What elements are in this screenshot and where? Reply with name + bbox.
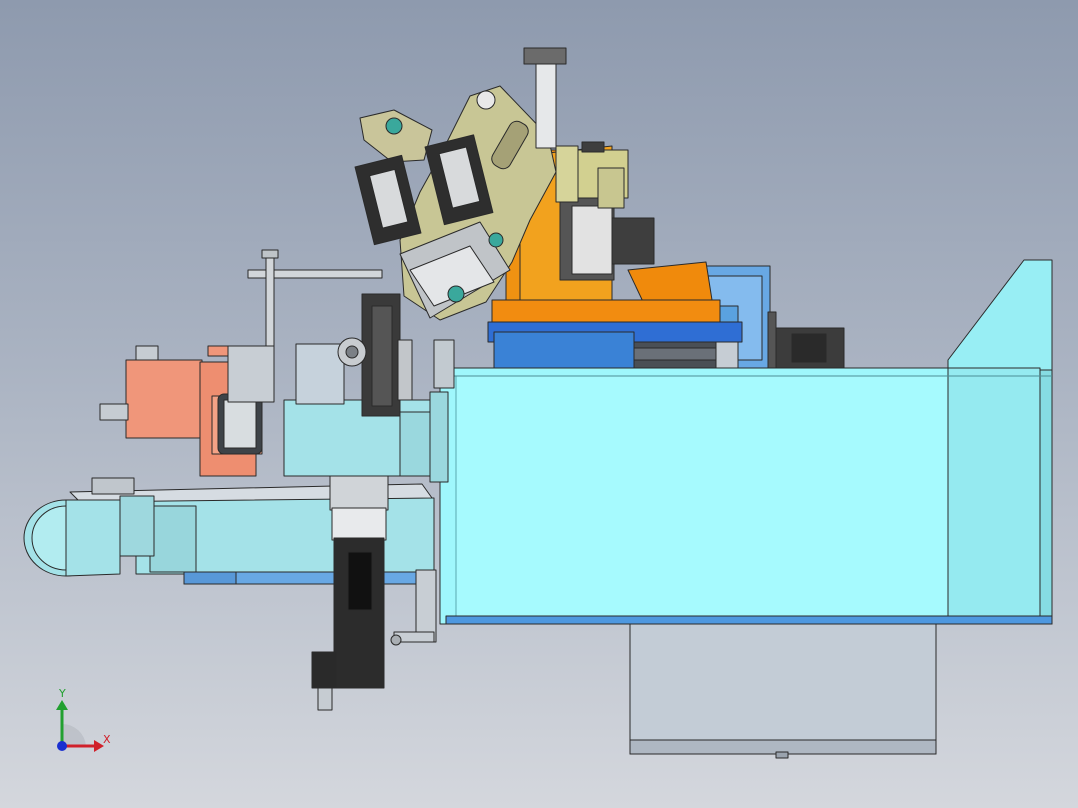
conveyor-drum: [23, 499, 121, 577]
machine-assembly-model[interactable]: [0, 0, 1078, 808]
axis-x-label: X: [103, 733, 111, 746]
teal-spindle-housing: [283, 293, 437, 477]
base-cabinet: [629, 621, 937, 759]
coordinate-triad: [56, 700, 104, 752]
axis-y-label: Y: [59, 687, 66, 700]
pneumatic-cylinder-left: [354, 154, 422, 246]
cad-viewport[interactable]: X Y: [0, 0, 1078, 808]
